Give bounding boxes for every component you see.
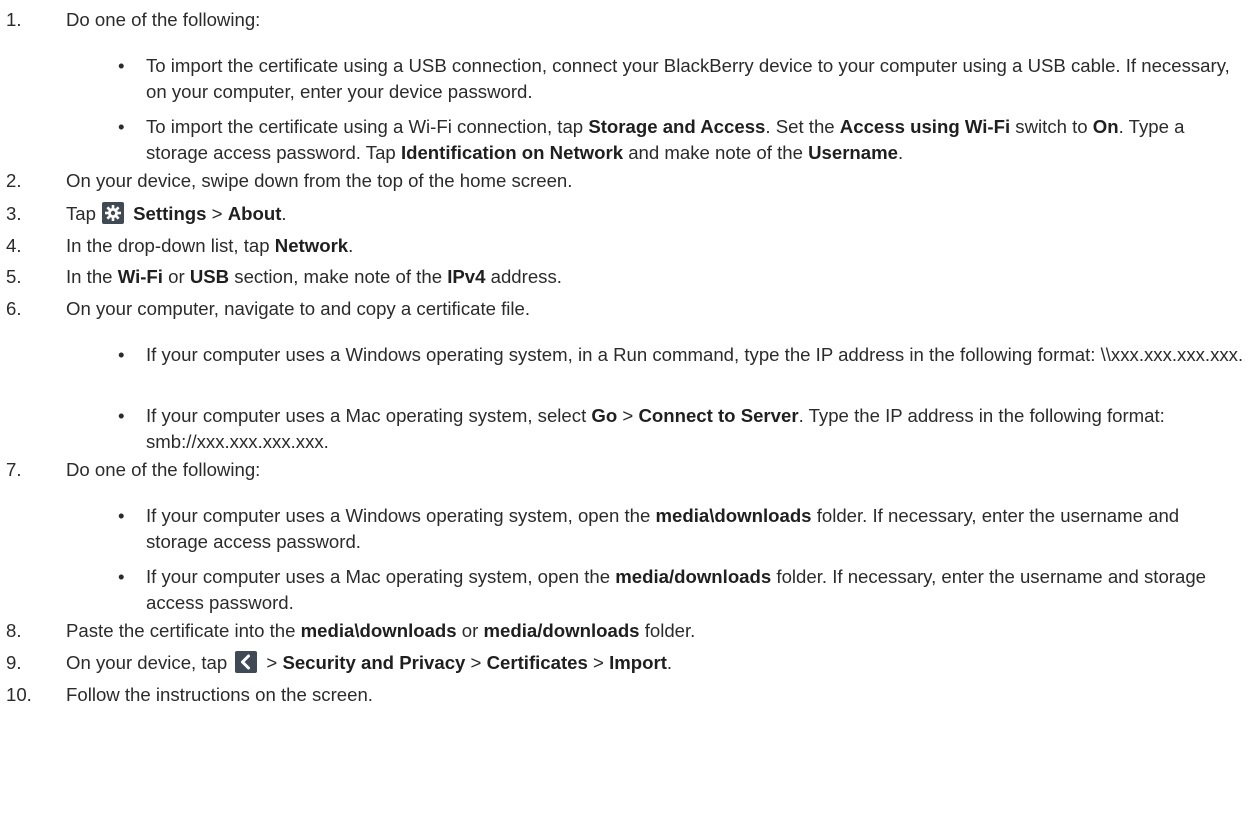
step-number: 8.	[6, 620, 22, 641]
gear-icon	[101, 202, 124, 224]
step-text: In the drop-down list, tap Network.	[66, 235, 354, 256]
step-number: 7.	[6, 459, 22, 480]
step-text: Do one of the following:	[66, 9, 261, 30]
bullet-dot: •	[118, 566, 125, 587]
step-text: Follow the instructions on the screen.	[66, 684, 373, 705]
bullet-text: To import the certificate using a Wi-Fi …	[146, 116, 1185, 163]
step-number: 4.	[6, 235, 22, 256]
step-number: 6.	[6, 298, 22, 319]
step-number: 10.	[6, 684, 32, 705]
step-number: 1.	[6, 9, 22, 30]
bullet-text: If your computer uses a Mac operating sy…	[146, 405, 1165, 452]
bullet-text: If your computer uses a Windows operatin…	[146, 344, 1244, 365]
bullet-dot: •	[118, 116, 125, 137]
chevron-left-icon	[235, 651, 258, 673]
step-text: In the Wi-Fi or USB section, make note o…	[66, 266, 562, 287]
step-text: On your computer, navigate to and copy a…	[66, 298, 531, 319]
bullet-text: If your computer uses a Mac operating sy…	[146, 566, 1207, 613]
step-text: On your device, tap > Security and Priva…	[66, 651, 673, 673]
step-number: 5.	[6, 266, 22, 287]
bullet-text: To import the certificate using a USB co…	[146, 55, 1230, 102]
step-number: 9.	[6, 652, 22, 673]
step-text: On your device, swipe down from the top …	[66, 170, 573, 191]
bullet-dot: •	[118, 344, 125, 365]
document-page: { "steps": [ {"num": "1.", "text": "Do o…	[0, 0, 1254, 818]
step-text: Paste the certificate into the media\dow…	[66, 620, 696, 641]
step-number: 3.	[6, 203, 22, 224]
step-text: Tap Settings > About.	[66, 202, 287, 224]
bullet-dot: •	[118, 405, 125, 426]
bullet-text: If your computer uses a Windows operatin…	[146, 505, 1180, 552]
bullet-dot: •	[118, 505, 125, 526]
step-number: 2.	[6, 170, 22, 191]
step-text: Do one of the following:	[66, 459, 261, 480]
bullet-dot: •	[118, 55, 125, 76]
